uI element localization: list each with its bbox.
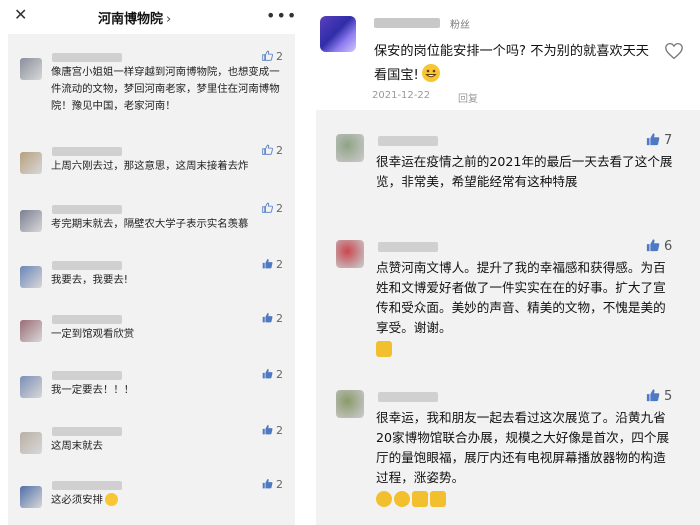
like-button[interactable]: 2: [262, 312, 292, 326]
like-count: 6: [664, 239, 673, 254]
comment-text: 保安的岗位能安排一个吗? 不为别的就喜欢天天看国宝!: [374, 40, 654, 88]
like-count: 2: [276, 478, 283, 491]
comment-item: 像唐宫小姐姐一样穿越到河南博物院，也想变成一件流动的文物，梦回河南老家，梦里住在…: [8, 50, 295, 140]
blurred-username: [52, 53, 122, 62]
avatar[interactable]: [336, 134, 364, 162]
right-comments-panel: 粉丝 保安的岗位能安排一个吗? 不为别的就喜欢天天看国宝! 2021-12-22…: [308, 0, 700, 525]
comment-item: 点赞河南文博人。提升了我的幸福感和获得感。为百姓和文博爱好者做了一件实实在在的好…: [316, 236, 700, 366]
comment-item: 这必须安排 2: [8, 478, 295, 525]
top-navigation-bar: ✕ 河南博物院 › •••: [0, 0, 302, 32]
comment-text: 我一定要去！！！: [51, 384, 135, 396]
like-button[interactable]: 2: [262, 144, 292, 158]
like-button[interactable]: 5: [646, 388, 686, 404]
left-comments-panel: ✕ 河南博物院 › ••• 像唐宫小姐姐一样穿越到河南博物院，也想变成一件流动的文…: [0, 0, 302, 525]
like-count: 2: [276, 312, 283, 325]
thumbs-up-emoji-icon: [412, 491, 428, 507]
like-count: 2: [276, 368, 283, 381]
avatar[interactable]: [20, 320, 42, 342]
comment-item: 一定到馆观看欣赏 2: [8, 312, 295, 362]
like-button[interactable]: 2: [262, 258, 292, 272]
comment-item: 考完期末就去，隔壁农大学子表示实名羡慕 2: [8, 202, 295, 252]
like-button[interactable]: 7: [646, 132, 686, 148]
blurred-username: [52, 315, 122, 324]
comment-item: 上周六刚去过，那这意思，这周末接着去炸 2: [8, 144, 295, 194]
comment-text: 我要去，我要去!: [51, 274, 128, 286]
like-button[interactable]: 6: [646, 238, 686, 254]
account-title[interactable]: 河南博物院 ›: [98, 8, 171, 27]
fan-badge: 粉丝: [450, 20, 470, 31]
blurred-username: [52, 427, 122, 436]
avatar[interactable]: [20, 58, 42, 80]
heart-outline-icon[interactable]: [664, 42, 684, 60]
avatar[interactable]: [20, 486, 42, 508]
blurred-username: [52, 147, 122, 156]
avatar[interactable]: [20, 152, 42, 174]
comment-text-body: 很幸运在疫情之前的2021年的最后一天去看了这个展览，非常美，希望能经常有这种特…: [376, 154, 673, 189]
blurred-username: [378, 242, 438, 252]
comment-item: 我一定要去！！！ 2: [8, 368, 295, 418]
like-button[interactable]: 2: [262, 50, 292, 64]
avatar[interactable]: [336, 240, 364, 268]
avatar[interactable]: [20, 210, 42, 232]
like-count: 2: [276, 202, 283, 215]
blush-emoji-icon: [104, 493, 118, 506]
avatar[interactable]: [20, 432, 42, 454]
comment-text: 一定到馆观看欣赏: [51, 328, 135, 340]
comment-text: 这必须安排: [51, 492, 287, 509]
comment-item: 这周末就去 2: [8, 424, 295, 474]
like-count: 2: [276, 144, 283, 157]
comment-item: 很幸运，我和朋友一起去看过这次展览了。沿黄九省20家博物馆联合办展，规模之大好像…: [316, 386, 700, 516]
like-count: 2: [276, 424, 283, 437]
blurred-username: [52, 205, 122, 214]
avatar[interactable]: [20, 266, 42, 288]
comment-text: 这周末就去: [51, 440, 103, 452]
blurred-username: [52, 481, 122, 490]
thumbs-up-emoji-icon: [430, 491, 446, 507]
comment-text: 很幸运在疫情之前的2021年的最后一天去看了这个展览，非常美，希望能经常有这种特…: [376, 152, 676, 192]
comment-text: 考完期末就去，隔壁农大学子表示实名羡慕: [51, 218, 249, 230]
top-comment: 粉丝 保安的岗位能安排一个吗? 不为别的就喜欢天天看国宝! 2021-12-22…: [308, 0, 700, 108]
comment-text: 上周六刚去过，那这意思，这周末接着去炸: [51, 160, 249, 172]
blurred-username: [52, 371, 122, 380]
like-count: 7: [664, 133, 673, 148]
comment-text-body: 点赞河南文博人。提升了我的幸福感和获得感。为百姓和文博爱好者做了一件实实在在的好…: [376, 260, 666, 335]
like-count: 2: [276, 258, 283, 271]
comment-text-body: 保安的岗位能安排一个吗? 不为别的就喜欢天天看国宝!: [374, 44, 649, 83]
screenshot-composite: ✕ 河南博物院 › ••• 像唐宫小姐姐一样穿越到河南博物院，也想变成一件流动的文…: [0, 0, 700, 525]
account-title-text: 河南博物院: [98, 12, 164, 27]
more-dots-icon[interactable]: •••: [266, 6, 297, 25]
blurred-username: [374, 18, 440, 28]
like-button[interactable]: 2: [262, 368, 292, 382]
like-button[interactable]: 2: [262, 478, 292, 492]
comment-text: 像唐宫小姐姐一样穿越到河南博物院，也想变成一件流动的文物，梦回河南老家，梦里住在…: [51, 66, 280, 112]
comment-list: 像唐宫小姐姐一样穿越到河南博物院，也想变成一件流动的文物，梦回河南老家，梦里住在…: [8, 34, 295, 525]
avatar[interactable]: [320, 16, 356, 52]
like-button[interactable]: 2: [262, 202, 292, 216]
thumbs-up-emoji-icon: [376, 341, 392, 357]
like-count: 5: [664, 389, 673, 404]
close-icon[interactable]: ✕: [14, 7, 30, 23]
comment-text: 点赞河南文博人。提升了我的幸福感和获得感。为百姓和文博爱好者做了一件实实在在的好…: [376, 258, 676, 360]
grin-emoji-icon: [421, 64, 440, 82]
comment-item: 我要去，我要去! 2: [8, 258, 295, 308]
blurred-username: [378, 136, 438, 146]
chevron-right-icon: ›: [166, 12, 172, 27]
comment-text-body: 很幸运，我和朋友一起去看过这次展览了。沿黄九省20家博物馆联合办展，规模之大好像…: [376, 410, 670, 485]
like-button[interactable]: 2: [262, 424, 292, 438]
avatar[interactable]: [336, 390, 364, 418]
comment-list: 很幸运在疫情之前的2021年的最后一天去看了这个展览，非常美，希望能经常有这种特…: [316, 110, 700, 525]
smile-emoji-icon: [394, 491, 410, 507]
avatar[interactable]: [20, 376, 42, 398]
comment-date: 2021-12-22: [372, 90, 431, 101]
like-count: 2: [276, 50, 283, 63]
comment-text: 很幸运，我和朋友一起去看过这次展览了。沿黄九省20家博物馆联合办展，规模之大好像…: [376, 408, 676, 510]
blurred-username: [52, 261, 122, 270]
blurred-username: [378, 392, 438, 402]
smile-emoji-icon: [376, 491, 392, 507]
reply-button[interactable]: 回复: [458, 90, 478, 105]
